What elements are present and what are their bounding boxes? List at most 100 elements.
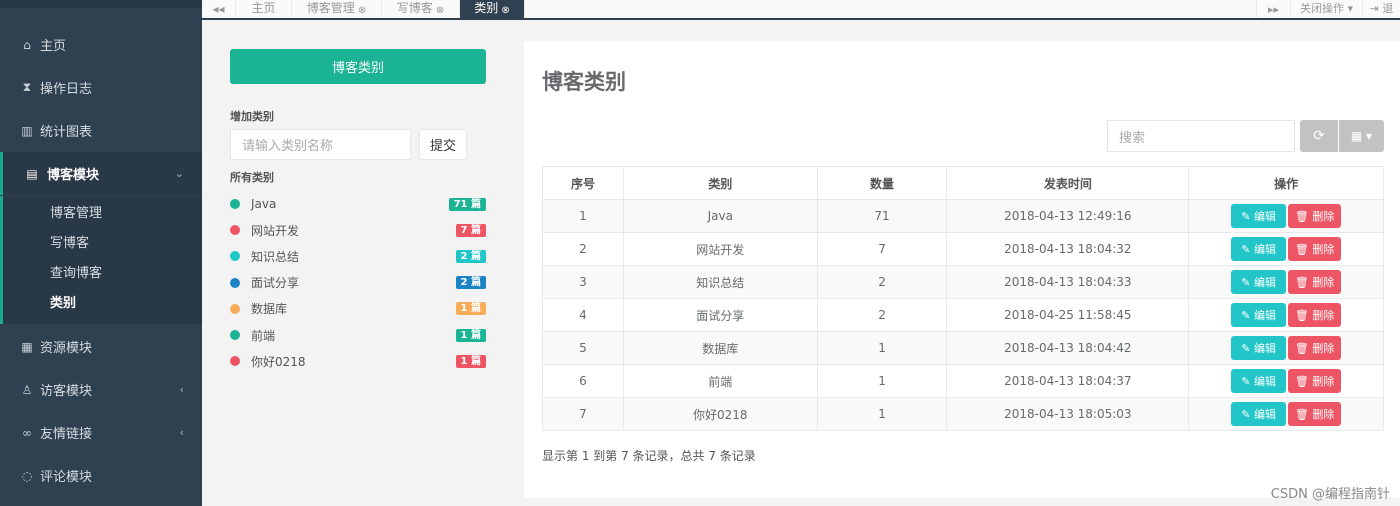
cell-count: 2 — [816, 265, 948, 299]
cell-category: Java — [622, 199, 818, 233]
cell-id: 2 — [542, 232, 624, 266]
cell-count: 1 — [816, 331, 948, 365]
delete-button[interactable]: 🗑 删除 — [1288, 336, 1342, 360]
delete-button[interactable]: 🗑 删除 — [1288, 303, 1342, 327]
edit-button[interactable]: ✎ 编辑 — [1231, 237, 1287, 261]
delete-button[interactable]: 🗑 删除 — [1288, 237, 1342, 261]
sidebar-item-links[interactable]: ∞ 友情链接 ‹ — [0, 411, 202, 454]
tab-write-blog[interactable]: 写博客 ⊗ — [382, 0, 460, 18]
list-item[interactable]: 前端 1 篇 — [230, 325, 486, 345]
cell-id: 7 — [542, 397, 624, 431]
cell-category: 你好0218 — [622, 397, 818, 431]
sidebar-item-label: 评论模块 — [40, 470, 93, 485]
submenu-category[interactable]: 类别 — [50, 292, 76, 311]
close-icon[interactable]: ⊗ — [436, 5, 444, 16]
list-item[interactable]: 面试分享 2 篇 — [230, 273, 486, 293]
category-table: 序号 类别 数量 发表时间 操作 1 Java 71 2018-04-13 12:49… — [542, 166, 1384, 431]
table-row: 4 面试分享 2 2018-04-25 11:58:45 ✎ 编辑 🗑 删除 — [542, 298, 1384, 332]
edit-button[interactable]: ✎ 编辑 — [1231, 336, 1287, 360]
table-row: 7 你好0218 1 2018-04-13 18:05:03 ✎ 编辑 🗑 删除 — [542, 397, 1384, 431]
list-item[interactable]: Java 71 篇 — [230, 194, 486, 214]
cell-count: 7 — [816, 232, 948, 266]
list-item[interactable]: 数据库 1 篇 — [230, 299, 486, 319]
cell-count: 1 — [816, 364, 948, 398]
close-operations-dropdown[interactable]: 关闭操作 ▾ — [1290, 0, 1362, 18]
cell-category: 知识总结 — [622, 265, 818, 299]
cell-id: 5 — [542, 331, 624, 365]
cell-category: 数据库 — [622, 331, 818, 365]
tab-label: 类别 — [474, 1, 499, 15]
count-badge: 7 篇 — [455, 223, 486, 237]
edit-button[interactable]: ✎ 编辑 — [1231, 369, 1287, 393]
edit-button[interactable]: ✎ 编辑 — [1231, 270, 1287, 294]
cell-category: 网站开发 — [622, 232, 818, 266]
column-header[interactable]: 类别 — [622, 166, 818, 200]
logout-button[interactable]: ⇥ 退 — [1362, 0, 1400, 18]
category-name-input[interactable]: 请输入类别名称 — [230, 129, 411, 160]
edit-button[interactable]: ✎ 编辑 — [1231, 402, 1287, 426]
delete-button[interactable]: 🗑 删除 — [1288, 369, 1342, 393]
list-item[interactable]: 网站开发 7 篇 — [230, 220, 486, 240]
category-name: 知识总结 — [251, 249, 300, 264]
tab-home[interactable]: 主页 — [236, 0, 292, 18]
close-icon[interactable]: ⊗ — [501, 5, 509, 16]
sidebar-item-label: 主页 — [40, 39, 67, 54]
cell-count: 2 — [816, 298, 948, 332]
sidebar-item-charts[interactable]: ▥ 统计图表 — [0, 109, 202, 152]
category-header-button[interactable]: 博客类别 — [230, 49, 486, 84]
list-item[interactable]: 你好0218 1 篇 — [230, 351, 486, 371]
tab-prev-button[interactable]: ◂◂ — [202, 0, 236, 18]
sidebar-item-visitors[interactable]: ♙ 访客模块 ‹ — [0, 368, 202, 411]
cell-category: 前端 — [622, 364, 818, 398]
cell-id: 1 — [542, 199, 624, 233]
count-badge: 1 篇 — [455, 354, 486, 368]
tab-blog-manage[interactable]: 博客管理 ⊗ — [292, 0, 382, 18]
delete-button[interactable]: 🗑 删除 — [1288, 402, 1342, 426]
sidebar-item-resources[interactable]: ▦ 资源模块 — [0, 325, 202, 368]
list-item[interactable]: 知识总结 2 篇 — [230, 246, 486, 266]
search-input[interactable]: 搜索 — [1107, 120, 1295, 152]
column-header[interactable]: 发表时间 — [946, 166, 1190, 200]
sidebar-item-label: 访客模块 — [40, 384, 93, 399]
dropdown-label: 关闭操作 ▾ — [1299, 2, 1354, 15]
submenu-blog-manage[interactable]: 博客管理 — [50, 202, 102, 221]
delete-button[interactable]: 🗑 删除 — [1288, 270, 1342, 294]
category-name: 你好0218 — [251, 354, 306, 369]
count-badge: 1 篇 — [455, 302, 486, 316]
edit-button[interactable]: ✎ 编辑 — [1231, 204, 1287, 228]
blog-submenu: 博客管理 写博客 查询博客 类别 — [0, 196, 202, 324]
sidebar-item-label: 操作日志 — [40, 82, 93, 97]
bar-chart-icon: ▥ — [21, 123, 33, 138]
delete-button[interactable]: 🗑 删除 — [1288, 204, 1342, 228]
tab-bar: ◂◂ 主页 博客管理 ⊗ 写博客 ⊗ 类别 ⊗ ▸▸ 关闭操作 ▾ ⇥ 退 — [202, 0, 1400, 20]
edit-button[interactable]: ✎ 编辑 — [1231, 303, 1287, 327]
sidebar-item-home[interactable]: ⌂ 主页 — [0, 23, 202, 66]
category-name: 面试分享 — [251, 276, 300, 291]
columns-button[interactable]: ▦ ▾ — [1339, 120, 1384, 152]
submit-button[interactable]: 提交 — [419, 129, 467, 160]
column-header[interactable]: 数量 — [816, 166, 948, 200]
category-name: Java — [251, 197, 277, 211]
category-name: 网站开发 — [251, 223, 300, 238]
sidebar-item-blog[interactable]: ▤ 博客模块 ⌄ — [0, 152, 202, 195]
submenu-write-blog[interactable]: 写博客 — [50, 232, 89, 251]
sidebar-item-logs[interactable]: ⧗ 操作日志 — [0, 66, 202, 109]
refresh-button[interactable]: ⟳ — [1300, 120, 1338, 152]
close-icon[interactable]: ⊗ — [358, 5, 366, 16]
tab-label: 写博客 — [396, 1, 433, 15]
table-header-row: 序号 类别 数量 发表时间 操作 — [542, 166, 1384, 200]
chevron-down-icon: ⌄ — [174, 167, 184, 180]
column-header[interactable]: 序号 — [542, 166, 624, 200]
comment-icon: ◌ — [21, 468, 33, 483]
home-icon: ⌂ — [23, 37, 31, 52]
submenu-query-blog[interactable]: 查询博客 — [50, 262, 102, 281]
category-name: 数据库 — [251, 302, 288, 317]
tab-next-button[interactable]: ▸▸ — [1256, 0, 1290, 18]
cell-time: 2018-04-13 18:04:33 — [946, 265, 1190, 299]
table-row: 5 数据库 1 2018-04-13 18:04:42 ✎ 编辑 🗑 删除 — [542, 331, 1384, 365]
count-badge: 1 篇 — [455, 328, 486, 342]
link-icon: ∞ — [22, 425, 32, 440]
tab-category[interactable]: 类别 ⊗ — [460, 0, 525, 18]
sidebar-item-comments[interactable]: ◌ 评论模块 — [0, 454, 202, 497]
sidebar: ⌂ 主页 ⧗ 操作日志 ▥ 统计图表 ▤ 博客模块 ⌄ 博客管理 写博客 查询博… — [0, 0, 202, 506]
